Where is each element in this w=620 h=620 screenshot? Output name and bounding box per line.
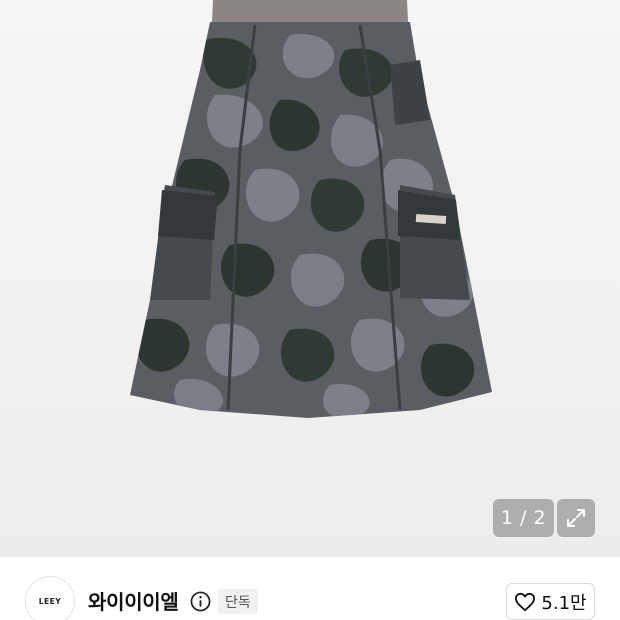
- expand-arrows-icon: [567, 509, 585, 527]
- brand-logo-text: LEEY: [38, 596, 62, 606]
- exclusive-badge: 단독: [218, 589, 258, 614]
- brand-name[interactable]: 와이이이엘: [88, 586, 179, 615]
- image-pager: 1 / 2: [493, 499, 554, 537]
- info-icon[interactable]: [190, 591, 211, 612]
- like-button[interactable]: 5.1만: [506, 583, 595, 620]
- small-pocket: [390, 60, 430, 125]
- product-image[interactable]: [0, 0, 620, 557]
- heart-outline-icon: [515, 592, 536, 611]
- like-count: 5.1만: [541, 592, 587, 614]
- expand-button[interactable]: [557, 499, 595, 537]
- product-gallery[interactable]: 1 / 2: [0, 0, 620, 557]
- brand-logo[interactable]: LEEY: [25, 576, 75, 620]
